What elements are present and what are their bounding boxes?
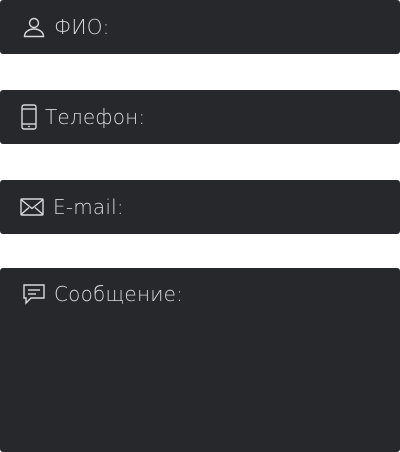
name-field[interactable]: ФИО: — [0, 0, 400, 54]
envelope-icon — [20, 198, 44, 216]
phone-field[interactable]: Телефон: — [0, 90, 400, 144]
message-placeholder: Сообщение: — [54, 282, 184, 306]
user-icon — [22, 15, 46, 39]
message-field[interactable]: Сообщение: — [0, 268, 400, 452]
smartphone-icon — [19, 104, 39, 130]
email-field[interactable]: E-mail: — [0, 180, 400, 234]
email-placeholder: E-mail: — [53, 195, 124, 219]
name-placeholder: ФИО: — [54, 15, 110, 39]
phone-placeholder: Телефон: — [45, 105, 146, 129]
message-icon — [22, 283, 46, 305]
